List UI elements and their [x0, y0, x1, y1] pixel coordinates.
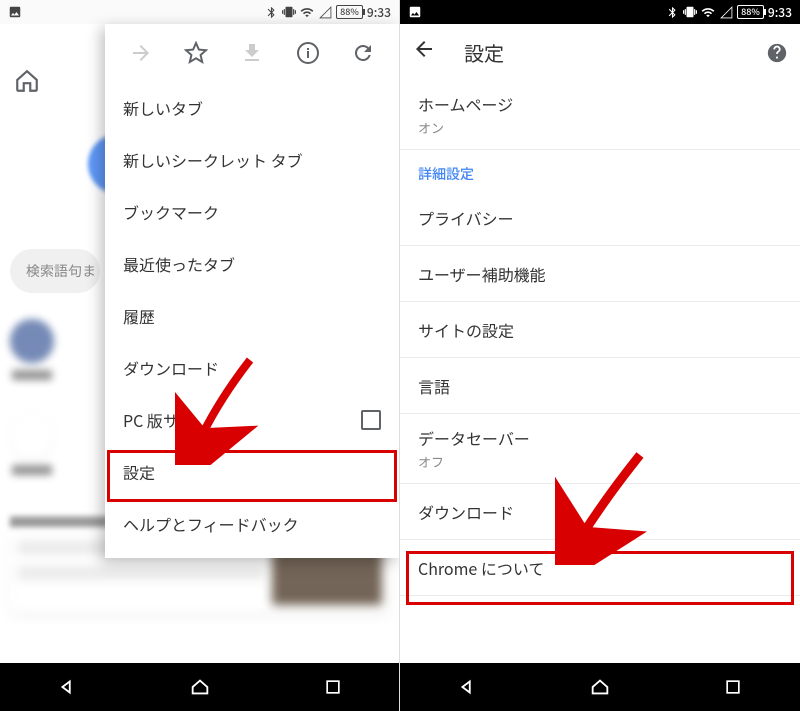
item-label: 言語 [418, 374, 782, 398]
item-download[interactable]: ダウンロード [400, 484, 800, 540]
item-value: オン [418, 118, 782, 137]
vibrate-icon [282, 5, 296, 19]
settings-header: 設定 [400, 24, 800, 80]
wifi-icon [701, 5, 715, 19]
item-label: プライバシー [418, 206, 782, 230]
back-icon[interactable] [412, 37, 436, 67]
menu-item-desktop-site[interactable]: PC 版サイ [105, 394, 399, 446]
item-privacy[interactable]: プライバシー [400, 190, 800, 246]
star-icon[interactable] [177, 34, 215, 72]
nav-back-icon[interactable] [55, 675, 79, 699]
image-icon [8, 5, 22, 19]
signal-icon [318, 5, 332, 19]
home-icon[interactable] [14, 68, 40, 94]
screen-chrome-menu: 88% 9:33 検索語句ま ████ ████ █████████ [0, 0, 400, 711]
nav-home-icon[interactable] [188, 675, 212, 699]
bluetooth-icon [665, 5, 679, 19]
menu-item-settings[interactable]: 設定 [105, 446, 399, 498]
menu-label: ブックマーク [123, 200, 219, 224]
nav-recent-icon[interactable] [321, 675, 345, 699]
nav-home-icon[interactable] [588, 675, 612, 699]
forward-icon [122, 34, 160, 72]
help-icon[interactable] [766, 41, 788, 63]
section-advanced: 詳細設定 [400, 150, 800, 190]
item-label: ダウンロード [418, 500, 782, 524]
menu-item-help[interactable]: ヘルプとフィードバック [105, 498, 399, 550]
battery-indicator: 88% [336, 5, 363, 19]
status-bar: 88% 9:33 [0, 0, 399, 24]
menu-item-download[interactable]: ダウンロード [105, 342, 399, 394]
vibrate-icon [683, 5, 697, 19]
screen-settings: 88% 9:33 設定 ホームページ オン 詳細設定 プライバシー ユーザー補助… [400, 0, 800, 711]
menu-label: ダウンロード [123, 356, 219, 380]
menu-item-recent-tabs[interactable]: 最近使ったタブ [105, 238, 399, 290]
item-accessibility[interactable]: ユーザー補助機能 [400, 246, 800, 302]
signal-icon [719, 5, 733, 19]
item-site-settings[interactable]: サイトの設定 [400, 302, 800, 358]
menu-label: 設定 [123, 460, 155, 484]
image-icon [408, 5, 422, 19]
menu-label: ヘルプとフィードバック [123, 512, 299, 536]
menu-label: PC 版サイ [123, 408, 195, 432]
menu-label: 新しいシークレット タブ [123, 148, 303, 172]
clock: 9:33 [768, 4, 792, 21]
item-about-chrome[interactable]: Chrome について [400, 540, 800, 596]
item-value: オフ [418, 452, 782, 471]
checkbox-icon[interactable] [361, 410, 381, 430]
item-label: Chrome について [418, 556, 782, 580]
item-language[interactable]: 言語 [400, 358, 800, 414]
status-bar: 88% 9:33 [400, 0, 800, 24]
menu-label: 履歴 [123, 304, 155, 328]
item-data-saver[interactable]: データセーバー オフ [400, 414, 800, 484]
menu-item-new-tab[interactable]: 新しいタブ [105, 82, 399, 134]
menu-item-bookmarks[interactable]: ブックマーク [105, 186, 399, 238]
refresh-icon[interactable] [344, 34, 382, 72]
item-label: ユーザー補助機能 [418, 262, 782, 286]
download-icon [233, 34, 271, 72]
battery-indicator: 88% [737, 5, 764, 19]
wifi-icon [300, 5, 314, 19]
menu-item-incognito[interactable]: 新しいシークレット タブ [105, 134, 399, 186]
nav-bar [0, 663, 399, 711]
info-icon[interactable] [289, 34, 327, 72]
item-label: サイトの設定 [418, 318, 782, 342]
menu-icon-row [105, 24, 399, 82]
settings-list: ホームページ オン 詳細設定 プライバシー ユーザー補助機能 サイトの設定 言語… [400, 80, 800, 663]
item-label: データセーバー [418, 426, 782, 450]
nav-back-icon[interactable] [455, 675, 479, 699]
item-homepage[interactable]: ホームページ オン [400, 80, 800, 150]
bluetooth-icon [264, 5, 278, 19]
item-label: ホームページ [418, 92, 782, 116]
menu-item-history[interactable]: 履歴 [105, 290, 399, 342]
menu-label: 新しいタブ [123, 96, 203, 120]
chrome-menu-panel: 新しいタブ 新しいシークレット タブ ブックマーク 最近使ったタブ 履歴 ダウン… [105, 24, 399, 558]
nav-recent-icon[interactable] [721, 675, 745, 699]
nav-bar [400, 663, 800, 711]
menu-label: 最近使ったタブ [123, 252, 235, 276]
page-title: 設定 [464, 38, 504, 67]
clock: 9:33 [367, 4, 391, 21]
search-input[interactable]: 検索語句ま [10, 249, 100, 293]
